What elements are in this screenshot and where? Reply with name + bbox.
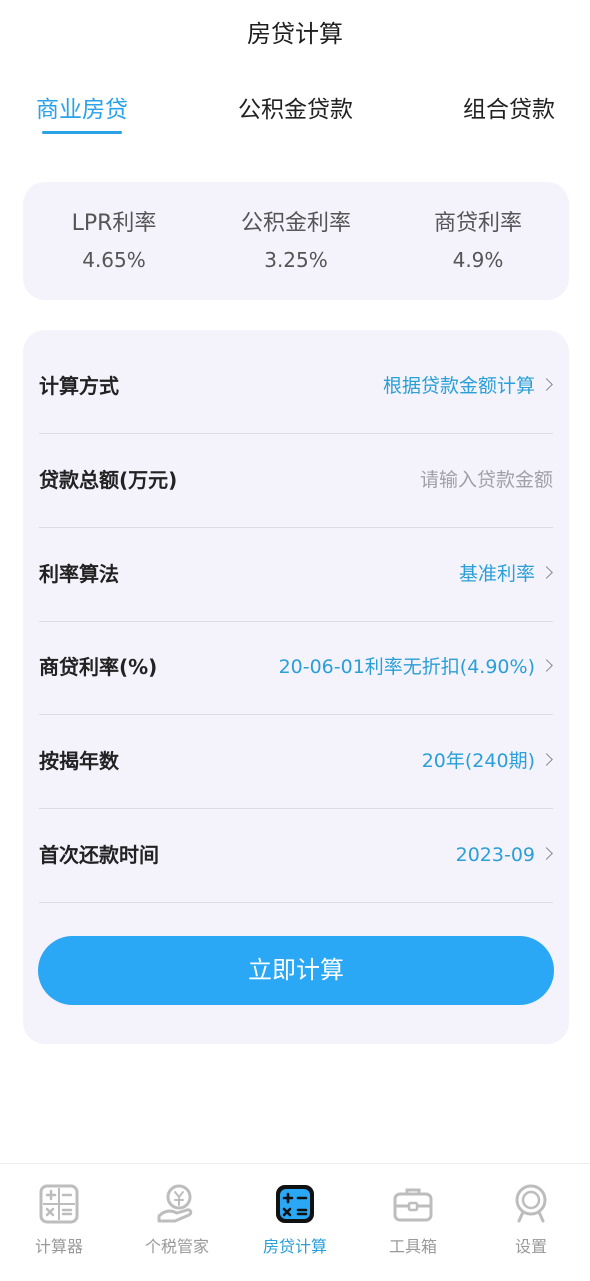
commercial-rate-row[interactable]: 商贷利率(%) 20-06-01利率无折扣(4.90%) <box>39 621 553 715</box>
commercial-rate-label: 商贷利率 <box>433 211 522 236</box>
nav-mortgage-label: 房贷计算 <box>262 1237 327 1256</box>
lpr-rate-value: 4.65% <box>82 248 146 272</box>
nav-toolbox-label: 工具箱 <box>388 1237 437 1256</box>
commercial-rate: 商贷利率 4.9% <box>387 208 569 277</box>
tab-commercial-loan[interactable]: 商业房贷 <box>36 90 128 130</box>
nav-toolbox[interactable]: 工具箱 <box>354 1182 472 1258</box>
first-payment-label: 首次还款时间 <box>39 843 159 867</box>
calc-method-value[interactable]: 根据贷款金额计算 <box>383 340 535 433</box>
nav-mortgage[interactable]: 房贷计算 <box>236 1182 354 1258</box>
lpr-rate: LPR利率 4.65% <box>23 208 205 277</box>
provident-fund-rate: 公积金利率 3.25% <box>205 208 387 277</box>
provident-fund-rate-label: 公积金利率 <box>240 211 351 236</box>
tab-combined-loan[interactable]: 组合贷款 <box>463 90 555 130</box>
nav-calculator-label: 计算器 <box>34 1237 83 1256</box>
chevron-right-icon <box>540 847 553 860</box>
mortgage-calculator-icon <box>276 1185 314 1223</box>
nav-calculator[interactable]: 计算器 <box>0 1182 118 1258</box>
loan-form-card: 计算方式 根据贷款金额计算 贷款总额(万元) 请输入贷款金额 利率算法 基准利率… <box>23 330 569 1044</box>
provident-fund-rate-value: 3.25% <box>264 248 328 272</box>
nav-settings[interactable]: 设置 <box>472 1182 590 1258</box>
chevron-right-icon <box>540 378 553 391</box>
chevron-right-icon <box>540 566 553 579</box>
rate-algorithm-row[interactable]: 利率算法 基准利率 <box>39 528 553 622</box>
mortgage-years-value[interactable]: 20年(240期) <box>422 715 535 808</box>
mortgage-years-row[interactable]: 按揭年数 20年(240期) <box>39 715 553 809</box>
bottom-nav: 计算器 个税管家 房贷计算 工具箱 设置 <box>0 1163 590 1281</box>
rate-algorithm-value[interactable]: 基准利率 <box>459 528 535 621</box>
commercial-rate-row-label: 商贷利率(%) <box>39 655 158 679</box>
active-tab-indicator <box>42 131 122 134</box>
toolbox-icon <box>393 1188 433 1222</box>
commercial-rate-row-value[interactable]: 20-06-01利率无折扣(4.90%) <box>279 621 535 714</box>
calculate-button[interactable]: 立即计算 <box>38 936 554 1005</box>
loan-amount-input[interactable]: 请输入贷款金额 <box>420 434 553 527</box>
lpr-rate-label: LPR利率 <box>71 211 157 236</box>
page-title: 房贷计算 <box>247 20 343 48</box>
loan-amount-row[interactable]: 贷款总额(万元) 请输入贷款金额 <box>39 434 553 528</box>
commercial-rate-value: 4.9% <box>452 248 504 272</box>
rates-summary-card: LPR利率 4.65% 公积金利率 3.25% 商贷利率 4.9% <box>23 182 569 300</box>
settings-icon <box>515 1184 547 1223</box>
loan-amount-label: 贷款总额(万元) <box>39 468 178 492</box>
first-payment-value[interactable]: 2023-09 <box>456 809 535 902</box>
nav-tax-manager[interactable]: 个税管家 <box>118 1182 236 1258</box>
nav-settings-label: 设置 <box>514 1237 547 1256</box>
calc-method-row[interactable]: 计算方式 根据贷款金额计算 <box>39 340 553 434</box>
mortgage-years-label: 按揭年数 <box>39 749 119 773</box>
chevron-right-icon <box>540 659 553 672</box>
calculator-icon <box>39 1184 79 1224</box>
calc-method-label: 计算方式 <box>39 374 119 398</box>
chevron-right-icon <box>540 753 553 766</box>
tax-coin-hand-icon <box>157 1184 193 1223</box>
tab-provident-fund-loan[interactable]: 公积金贷款 <box>238 90 353 130</box>
nav-tax-manager-label: 个税管家 <box>144 1237 209 1256</box>
first-payment-row[interactable]: 首次还款时间 2023-09 <box>39 809 553 903</box>
rate-algorithm-label: 利率算法 <box>39 562 119 586</box>
